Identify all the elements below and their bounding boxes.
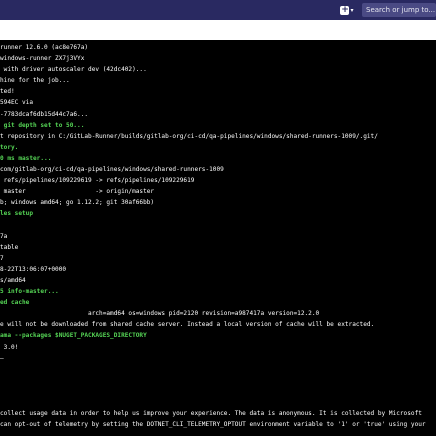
new-dropdown-button[interactable]: + ▾ [337,3,357,17]
log-line: runner 12.6.0 (ac8e767a) [0,44,89,51]
log-line: — [0,354,4,362]
log-line: arch=amd64 os=windows pid=2120 revision=… [0,310,320,318]
log-line: ama --packages $NUGET_PACKAGES_DIRECTORY [0,332,147,340]
log-line: 7a [0,232,8,240]
job-log-terminal[interactable]: runner 12.6.0 (ac8e767a) windows-runner Z… [0,40,436,436]
log-line: with driver autoscaler dev (42dc402)... [0,66,147,74]
log-line: s/amd64 [0,276,26,284]
log-line: windows-runner ZX7j3VYx [0,55,85,63]
log-line: 8-22T13:06:07+0000 [0,265,67,273]
log-line: 594EC via [0,99,34,107]
log-line: b; windows amd64; go 1.12.2; git 30af66b… [0,199,155,207]
log-line: -7783dcaf6db15d44c7a6... [0,110,89,118]
log-line: com/gitlab-org/ci-cd/qa-pipelines/window… [0,166,224,174]
log-line: can opt-out of telemetry by setting the … [0,421,426,429]
log-line: les setup [0,210,34,218]
chevron-down-icon: ▾ [350,6,354,14]
log-line: 3.0! [0,343,19,351]
log-line: 0 ms master... [0,154,52,162]
log-line: e will not be downloaded from shared cac… [0,321,375,329]
log-line: 7 [0,254,4,262]
log-line: 5 info-master... [0,288,59,296]
top-navbar: + ▾ Search or jump to... [0,0,436,20]
log-line: t repository in C:/GitLab-Runner/builds/… [0,132,378,140]
log-line: git depth set to 50... [0,121,85,129]
log-line: hine for the job... [0,77,70,85]
log-line: ed cache [0,299,30,307]
log-line: master -> origin/master [0,188,155,196]
job-log-lines: runner 12.6.0 (ac8e767a) windows-runner Z… [0,42,436,430]
log-line: refs/pipelines/109229619 -> refs/pipelin… [0,177,195,185]
log-line: collect usage data in order to help us i… [0,410,422,418]
plus-square-icon: + [340,4,350,15]
page-gap [0,20,436,40]
log-line: tory. [0,143,19,151]
log-line: ted! [0,88,15,96]
search-input[interactable]: Search or jump to... [362,3,436,17]
log-line: table [0,243,19,251]
